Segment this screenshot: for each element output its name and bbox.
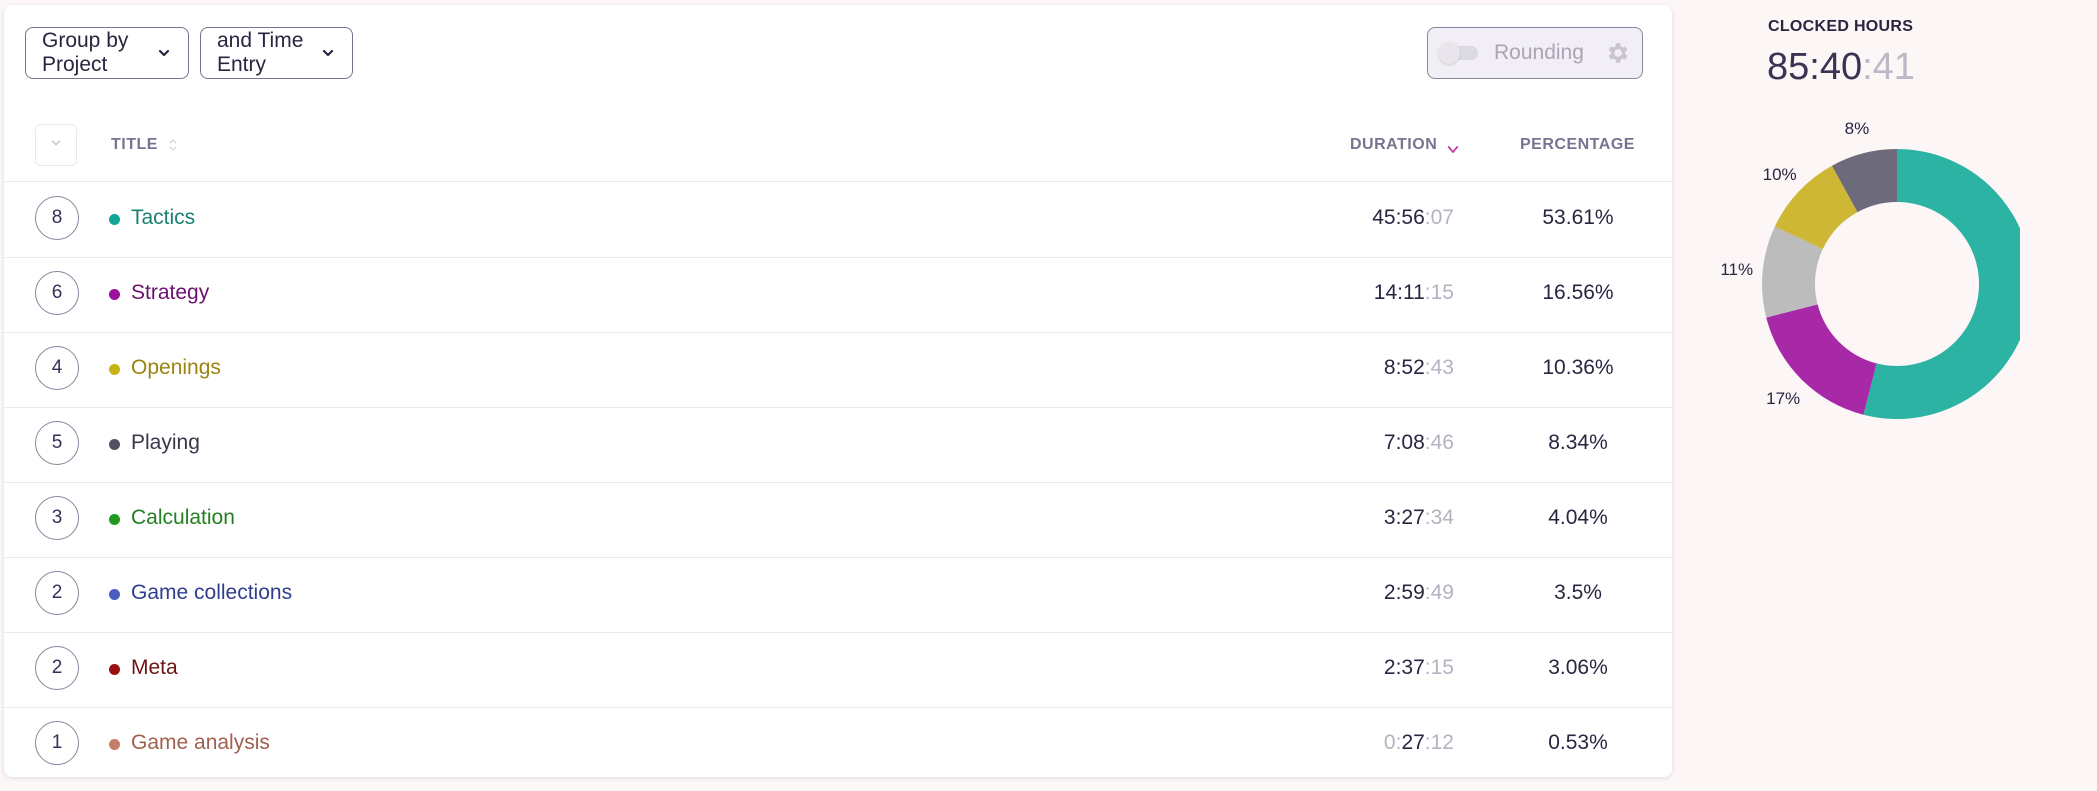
sort-desc-icon xyxy=(1447,145,1459,154)
donut-slice-label: 8% xyxy=(1845,119,1870,138)
percentage-value: 0.53% xyxy=(1548,731,1608,754)
project-title[interactable]: Game collections xyxy=(131,581,292,605)
project-title[interactable]: Calculation xyxy=(131,506,235,530)
table-row[interactable]: 8 Tactics 45:56:07 53.61% xyxy=(4,182,1672,258)
project-color-dot xyxy=(109,589,120,600)
column-header-duration[interactable]: DURATION xyxy=(1350,136,1459,154)
duration-value: 3:27:34 xyxy=(1383,506,1454,529)
chevron-down-icon xyxy=(156,45,172,61)
clocked-hours-donut-chart: 54%17%11%10%8% xyxy=(1720,119,2020,419)
select-all-dropdown[interactable] xyxy=(35,124,77,166)
project-title[interactable]: Openings xyxy=(131,356,221,380)
duration-value: 14:11:15 xyxy=(1373,281,1454,304)
duration-value: 2:59:49 xyxy=(1383,581,1454,604)
percentage-value: 53.61% xyxy=(1542,206,1614,229)
table-row[interactable]: 1 Game analysis 0:27:12 0.53% xyxy=(4,707,1672,782)
rounding-label: Rounding xyxy=(1494,41,1584,64)
table-row[interactable]: 5 Playing 7:08:46 8.34% xyxy=(4,407,1672,483)
project-color-dot xyxy=(109,739,120,750)
table-row[interactable]: 3 Calculation 3:27:34 4.04% xyxy=(4,482,1672,558)
percentage-value: 10.36% xyxy=(1542,356,1614,379)
percentage-value: 3.06% xyxy=(1548,656,1608,679)
table-row[interactable]: 4 Openings 8:52:43 10.36% xyxy=(4,332,1672,408)
table-row[interactable]: 2 Meta 2:37:15 3.06% xyxy=(4,632,1672,708)
clocked-hours-label: CLOCKED HOURS xyxy=(1768,18,1914,35)
column-header-title[interactable]: TITLE xyxy=(111,136,178,154)
project-color-dot xyxy=(109,514,120,525)
project-color-dot xyxy=(109,439,120,450)
table-header: TITLE DURATION PERCENTAGE xyxy=(4,105,1672,182)
project-color-dot xyxy=(109,364,120,375)
project-title[interactable]: Game analysis xyxy=(131,731,270,755)
percentage-value: 16.56% xyxy=(1542,281,1614,304)
chevron-down-icon xyxy=(320,45,336,61)
group-by-select[interactable]: Group by Project xyxy=(25,27,189,79)
donut-slice-label: 17% xyxy=(1766,389,1800,408)
project-color-dot xyxy=(109,214,120,225)
project-title[interactable]: Tactics xyxy=(131,206,195,230)
entry-count-badge[interactable]: 2 xyxy=(35,646,79,690)
project-title[interactable]: Strategy xyxy=(131,281,209,305)
percentage-value: 8.34% xyxy=(1548,431,1608,454)
duration-value: 7:08:46 xyxy=(1383,431,1454,454)
project-color-dot xyxy=(109,289,120,300)
project-title[interactable]: Playing xyxy=(131,431,200,455)
table-row[interactable]: 6 Strategy 14:11:15 16.56% xyxy=(4,257,1672,333)
donut-slice-label: 11% xyxy=(1720,260,1753,279)
entry-count-badge[interactable]: 4 xyxy=(35,346,79,390)
report-card: Group by Project and Time Entry Rounding… xyxy=(4,5,1672,777)
clocked-hours-total: 85:40:41 xyxy=(1767,46,1915,88)
duration-value: 45:56:07 xyxy=(1372,206,1454,229)
gear-icon[interactable] xyxy=(1604,40,1630,66)
group-by-label: Group by Project xyxy=(42,29,129,76)
chevron-down-icon xyxy=(49,136,63,155)
rounding-toggle[interactable] xyxy=(1438,42,1478,64)
project-title[interactable]: Meta xyxy=(131,656,178,680)
duration-value: 0:27:12 xyxy=(1383,731,1454,754)
column-header-percentage[interactable]: PERCENTAGE xyxy=(1520,136,1635,154)
entry-count-badge[interactable]: 5 xyxy=(35,421,79,465)
entry-count-badge[interactable]: 1 xyxy=(35,721,79,765)
entry-count-badge[interactable]: 2 xyxy=(35,571,79,615)
donut-slice-label: 10% xyxy=(1763,165,1797,184)
percentage-value: 3.5% xyxy=(1554,581,1602,604)
rounding-control[interactable]: Rounding xyxy=(1427,27,1643,79)
group-by-sub-select[interactable]: and Time Entry xyxy=(200,27,353,79)
percentage-value: 4.04% xyxy=(1548,506,1608,529)
duration-value: 2:37:15 xyxy=(1383,656,1454,679)
table-row[interactable]: 2 Game collections 2:59:49 3.5% xyxy=(4,557,1672,633)
entry-count-badge[interactable]: 3 xyxy=(35,496,79,540)
group-by-sub-label: and Time Entry xyxy=(217,29,304,76)
project-color-dot xyxy=(109,664,120,675)
sort-icon xyxy=(168,138,178,152)
entry-count-badge[interactable]: 6 xyxy=(35,271,79,315)
duration-value: 8:52:43 xyxy=(1383,356,1454,379)
entry-count-badge[interactable]: 8 xyxy=(35,196,79,240)
